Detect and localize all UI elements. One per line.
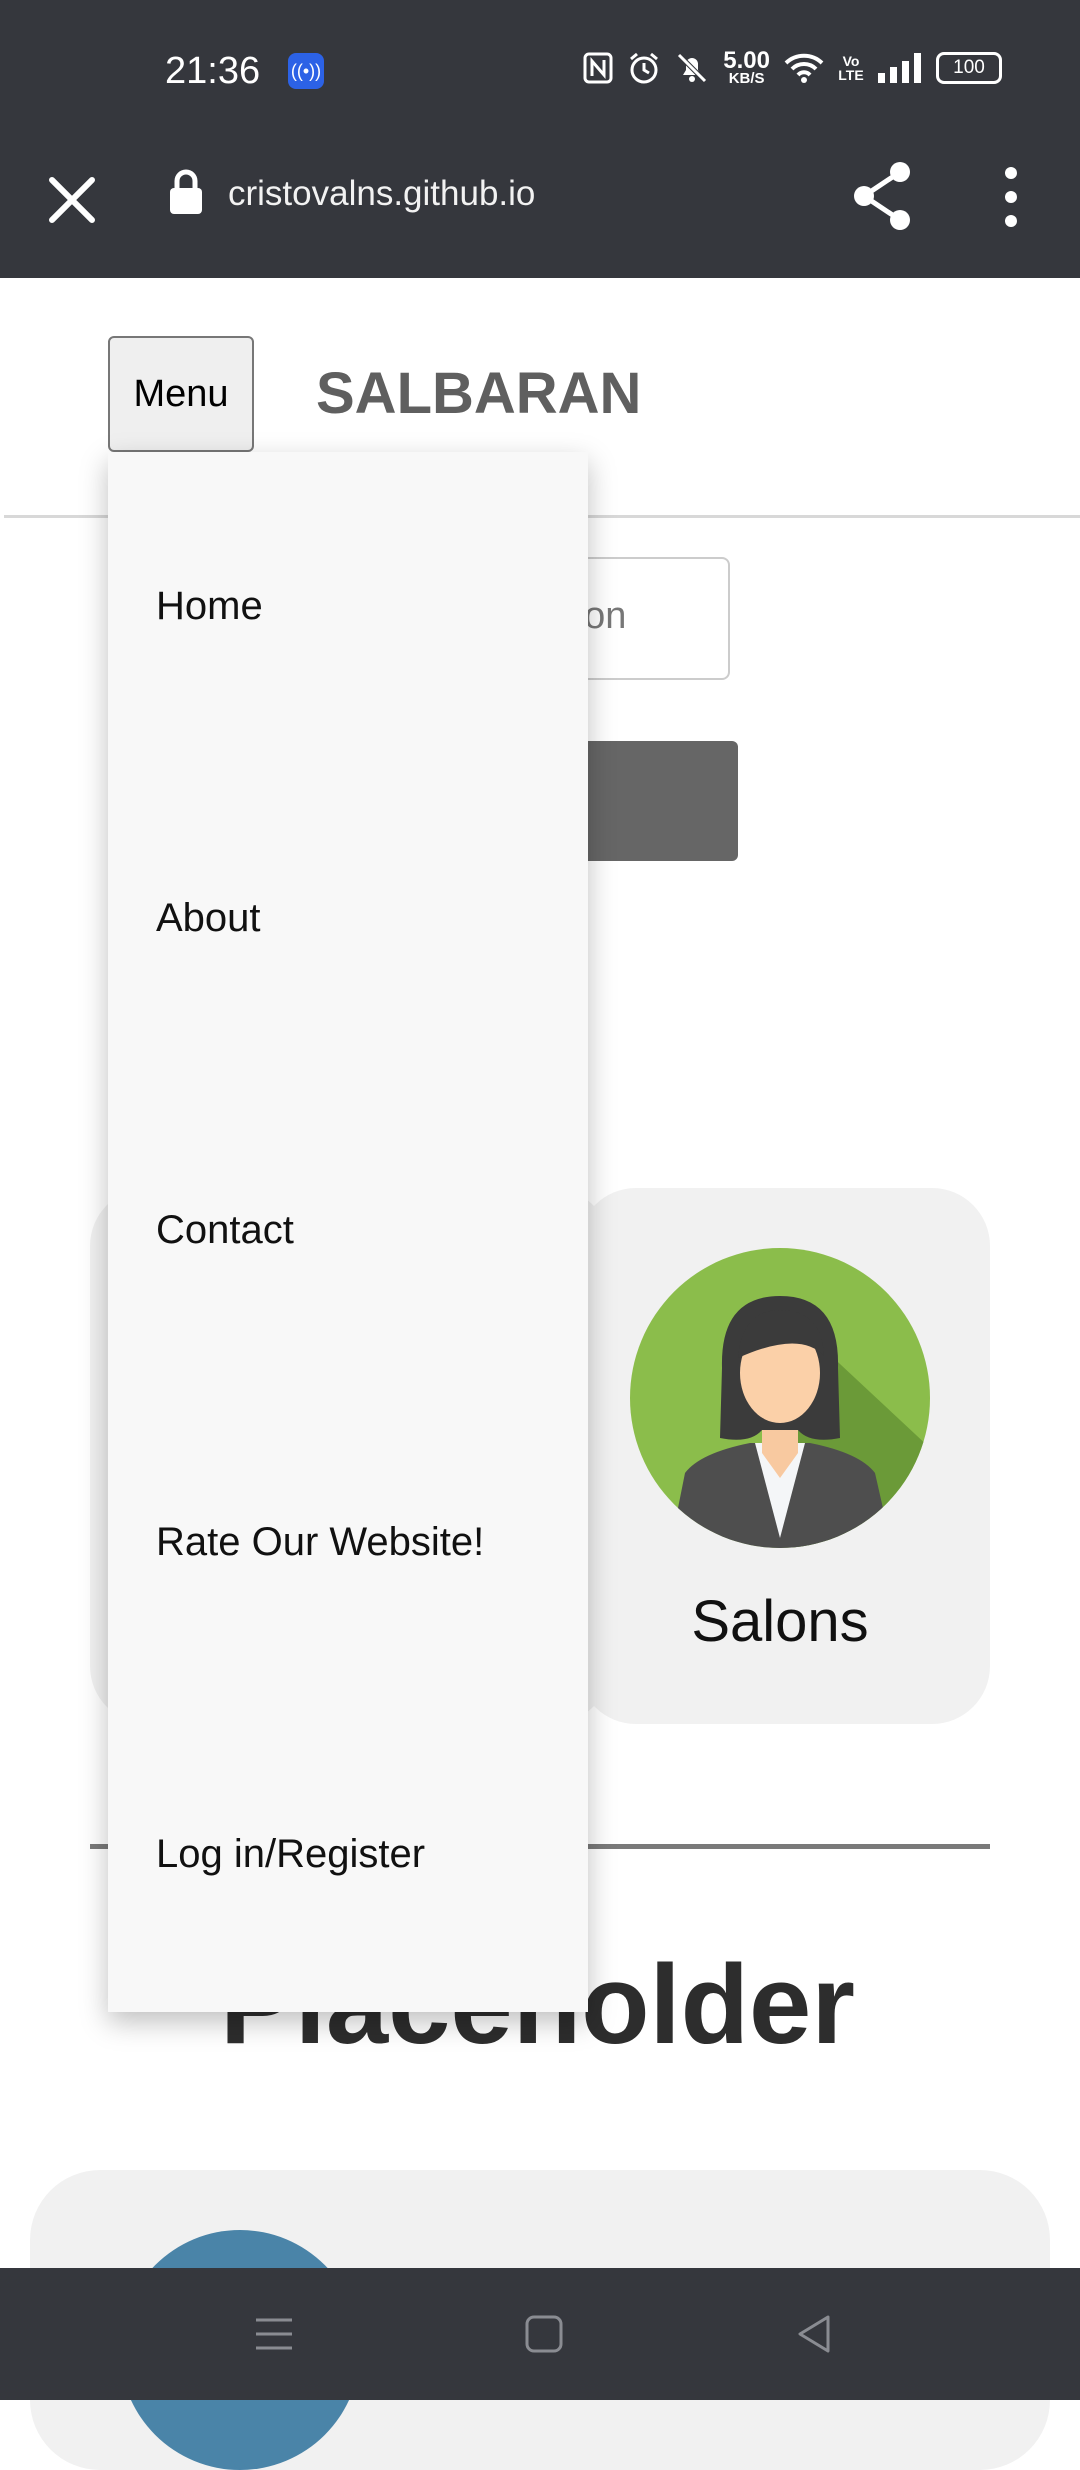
recents-icon[interactable] xyxy=(244,2304,304,2364)
alarm-icon xyxy=(630,52,659,84)
network-speed: 5.00 KB/S xyxy=(723,47,770,87)
menu-item-contact[interactable]: Contact xyxy=(156,1208,294,1253)
mute-icon xyxy=(677,52,708,83)
close-icon[interactable] xyxy=(42,170,102,230)
salons-label: Salons xyxy=(691,1589,869,1654)
status-icons: 5.00 KB/S Vo LTE 100 xyxy=(583,47,1002,87)
network-speed-unit: KB/S xyxy=(728,69,765,87)
salon-avatar-icon xyxy=(630,1248,930,1548)
hotspot-icon: ((•)) xyxy=(288,53,324,89)
brand-title[interactable]: SALBARAN xyxy=(316,360,641,427)
battery-icon: 100 xyxy=(936,51,1002,84)
nav-dropdown-menu: Home About Contact Rate Our Website! Log… xyxy=(108,452,588,2012)
menu-item-home[interactable]: Home xyxy=(156,584,263,629)
nfc-icon xyxy=(583,52,613,84)
share-icon[interactable] xyxy=(852,160,914,232)
status-bar: 21:36 ((•)) 5.00 KB/S Vo LTE 100 xyxy=(0,0,1080,140)
volte-label: Vo LTE xyxy=(838,52,864,83)
menu-item-login[interactable]: Log in/Register xyxy=(156,1832,425,1877)
system-nav-bar xyxy=(0,2268,1080,2400)
network-speed-value: 5.00 xyxy=(723,47,770,74)
url-text[interactable]: cristovalns.github.io xyxy=(228,174,535,214)
status-time: 21:36 xyxy=(165,50,261,92)
wifi-icon xyxy=(784,53,824,83)
lock-icon xyxy=(170,169,202,214)
signal-icon xyxy=(878,52,921,83)
more-vert-icon[interactable] xyxy=(996,165,1026,229)
home-icon[interactable] xyxy=(514,2304,574,2364)
browser-toolbar: cristovalns.github.io xyxy=(0,140,1080,278)
back-icon[interactable] xyxy=(784,2304,844,2364)
menu-button[interactable]: Menu xyxy=(108,336,254,452)
menu-item-rate[interactable]: Rate Our Website! xyxy=(156,1520,484,1565)
menu-item-about[interactable]: About xyxy=(156,896,261,941)
